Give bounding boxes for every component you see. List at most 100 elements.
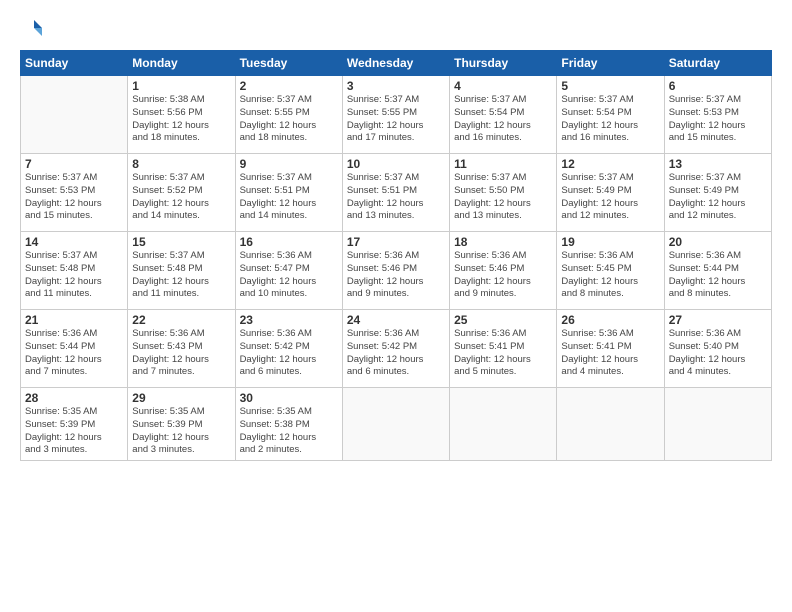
weekday-header-tuesday: Tuesday: [235, 51, 342, 76]
day-info: Sunrise: 5:36 AM Sunset: 5:41 PM Dayligh…: [454, 328, 552, 379]
calendar-cell: [557, 388, 664, 461]
calendar-week-row: 21Sunrise: 5:36 AM Sunset: 5:44 PM Dayli…: [21, 310, 772, 388]
day-number: 24: [347, 313, 445, 327]
weekday-header-monday: Monday: [128, 51, 235, 76]
calendar-cell: 14Sunrise: 5:37 AM Sunset: 5:48 PM Dayli…: [21, 232, 128, 310]
calendar-cell: 4Sunrise: 5:37 AM Sunset: 5:54 PM Daylig…: [450, 76, 557, 154]
day-info: Sunrise: 5:35 AM Sunset: 5:39 PM Dayligh…: [25, 406, 123, 457]
day-number: 11: [454, 157, 552, 171]
calendar-cell: 24Sunrise: 5:36 AM Sunset: 5:42 PM Dayli…: [342, 310, 449, 388]
calendar-cell: 22Sunrise: 5:36 AM Sunset: 5:43 PM Dayli…: [128, 310, 235, 388]
day-info: Sunrise: 5:37 AM Sunset: 5:50 PM Dayligh…: [454, 172, 552, 223]
day-info: Sunrise: 5:37 AM Sunset: 5:52 PM Dayligh…: [132, 172, 230, 223]
weekday-header-thursday: Thursday: [450, 51, 557, 76]
day-number: 23: [240, 313, 338, 327]
day-number: 21: [25, 313, 123, 327]
calendar-cell: 21Sunrise: 5:36 AM Sunset: 5:44 PM Dayli…: [21, 310, 128, 388]
header: [20, 16, 772, 40]
page: SundayMondayTuesdayWednesdayThursdayFrid…: [0, 0, 792, 612]
calendar-cell: [450, 388, 557, 461]
weekday-header-sunday: Sunday: [21, 51, 128, 76]
weekday-header-saturday: Saturday: [664, 51, 771, 76]
day-info: Sunrise: 5:37 AM Sunset: 5:53 PM Dayligh…: [669, 94, 767, 145]
calendar-cell: 11Sunrise: 5:37 AM Sunset: 5:50 PM Dayli…: [450, 154, 557, 232]
calendar-cell: 6Sunrise: 5:37 AM Sunset: 5:53 PM Daylig…: [664, 76, 771, 154]
day-number: 4: [454, 79, 552, 93]
calendar-cell: 27Sunrise: 5:36 AM Sunset: 5:40 PM Dayli…: [664, 310, 771, 388]
day-info: Sunrise: 5:36 AM Sunset: 5:44 PM Dayligh…: [25, 328, 123, 379]
day-number: 6: [669, 79, 767, 93]
day-number: 12: [561, 157, 659, 171]
day-number: 5: [561, 79, 659, 93]
calendar-cell: 30Sunrise: 5:35 AM Sunset: 5:38 PM Dayli…: [235, 388, 342, 461]
day-number: 22: [132, 313, 230, 327]
day-info: Sunrise: 5:37 AM Sunset: 5:49 PM Dayligh…: [669, 172, 767, 223]
day-info: Sunrise: 5:37 AM Sunset: 5:54 PM Dayligh…: [454, 94, 552, 145]
day-info: Sunrise: 5:37 AM Sunset: 5:55 PM Dayligh…: [347, 94, 445, 145]
day-number: 9: [240, 157, 338, 171]
day-number: 14: [25, 235, 123, 249]
calendar-cell: 12Sunrise: 5:37 AM Sunset: 5:49 PM Dayli…: [557, 154, 664, 232]
day-info: Sunrise: 5:37 AM Sunset: 5:55 PM Dayligh…: [240, 94, 338, 145]
calendar-cell: 10Sunrise: 5:37 AM Sunset: 5:51 PM Dayli…: [342, 154, 449, 232]
calendar-cell: 3Sunrise: 5:37 AM Sunset: 5:55 PM Daylig…: [342, 76, 449, 154]
day-info: Sunrise: 5:35 AM Sunset: 5:38 PM Dayligh…: [240, 406, 338, 457]
day-number: 3: [347, 79, 445, 93]
calendar-cell: 18Sunrise: 5:36 AM Sunset: 5:46 PM Dayli…: [450, 232, 557, 310]
day-number: 13: [669, 157, 767, 171]
day-number: 8: [132, 157, 230, 171]
day-number: 2: [240, 79, 338, 93]
calendar-cell: 26Sunrise: 5:36 AM Sunset: 5:41 PM Dayli…: [557, 310, 664, 388]
day-number: 25: [454, 313, 552, 327]
weekday-header-wednesday: Wednesday: [342, 51, 449, 76]
calendar-cell: 29Sunrise: 5:35 AM Sunset: 5:39 PM Dayli…: [128, 388, 235, 461]
calendar-week-row: 1Sunrise: 5:38 AM Sunset: 5:56 PM Daylig…: [21, 76, 772, 154]
calendar-cell: 9Sunrise: 5:37 AM Sunset: 5:51 PM Daylig…: [235, 154, 342, 232]
calendar-cell: 7Sunrise: 5:37 AM Sunset: 5:53 PM Daylig…: [21, 154, 128, 232]
day-info: Sunrise: 5:36 AM Sunset: 5:42 PM Dayligh…: [240, 328, 338, 379]
logo-icon: [20, 16, 44, 40]
day-number: 15: [132, 235, 230, 249]
day-info: Sunrise: 5:36 AM Sunset: 5:42 PM Dayligh…: [347, 328, 445, 379]
day-info: Sunrise: 5:38 AM Sunset: 5:56 PM Dayligh…: [132, 94, 230, 145]
calendar-cell: 5Sunrise: 5:37 AM Sunset: 5:54 PM Daylig…: [557, 76, 664, 154]
day-info: Sunrise: 5:37 AM Sunset: 5:53 PM Dayligh…: [25, 172, 123, 223]
calendar-cell: [664, 388, 771, 461]
day-number: 10: [347, 157, 445, 171]
day-number: 26: [561, 313, 659, 327]
day-info: Sunrise: 5:37 AM Sunset: 5:51 PM Dayligh…: [240, 172, 338, 223]
calendar-cell: 20Sunrise: 5:36 AM Sunset: 5:44 PM Dayli…: [664, 232, 771, 310]
day-info: Sunrise: 5:36 AM Sunset: 5:46 PM Dayligh…: [347, 250, 445, 301]
day-number: 1: [132, 79, 230, 93]
day-info: Sunrise: 5:37 AM Sunset: 5:49 PM Dayligh…: [561, 172, 659, 223]
day-number: 28: [25, 391, 123, 405]
calendar-cell: 8Sunrise: 5:37 AM Sunset: 5:52 PM Daylig…: [128, 154, 235, 232]
day-info: Sunrise: 5:36 AM Sunset: 5:40 PM Dayligh…: [669, 328, 767, 379]
day-number: 20: [669, 235, 767, 249]
calendar-cell: 23Sunrise: 5:36 AM Sunset: 5:42 PM Dayli…: [235, 310, 342, 388]
calendar-week-row: 14Sunrise: 5:37 AM Sunset: 5:48 PM Dayli…: [21, 232, 772, 310]
calendar-cell: 17Sunrise: 5:36 AM Sunset: 5:46 PM Dayli…: [342, 232, 449, 310]
day-number: 7: [25, 157, 123, 171]
day-number: 19: [561, 235, 659, 249]
day-info: Sunrise: 5:36 AM Sunset: 5:46 PM Dayligh…: [454, 250, 552, 301]
day-info: Sunrise: 5:35 AM Sunset: 5:39 PM Dayligh…: [132, 406, 230, 457]
day-info: Sunrise: 5:37 AM Sunset: 5:54 PM Dayligh…: [561, 94, 659, 145]
day-info: Sunrise: 5:36 AM Sunset: 5:41 PM Dayligh…: [561, 328, 659, 379]
day-number: 30: [240, 391, 338, 405]
day-info: Sunrise: 5:36 AM Sunset: 5:43 PM Dayligh…: [132, 328, 230, 379]
calendar-cell: 13Sunrise: 5:37 AM Sunset: 5:49 PM Dayli…: [664, 154, 771, 232]
calendar-cell: [342, 388, 449, 461]
calendar-week-row: 7Sunrise: 5:37 AM Sunset: 5:53 PM Daylig…: [21, 154, 772, 232]
day-number: 16: [240, 235, 338, 249]
calendar-cell: 1Sunrise: 5:38 AM Sunset: 5:56 PM Daylig…: [128, 76, 235, 154]
calendar-cell: 15Sunrise: 5:37 AM Sunset: 5:48 PM Dayli…: [128, 232, 235, 310]
day-number: 29: [132, 391, 230, 405]
calendar-week-row: 28Sunrise: 5:35 AM Sunset: 5:39 PM Dayli…: [21, 388, 772, 461]
day-number: 17: [347, 235, 445, 249]
day-info: Sunrise: 5:36 AM Sunset: 5:47 PM Dayligh…: [240, 250, 338, 301]
calendar-table: SundayMondayTuesdayWednesdayThursdayFrid…: [20, 50, 772, 461]
day-number: 27: [669, 313, 767, 327]
calendar-cell: 28Sunrise: 5:35 AM Sunset: 5:39 PM Dayli…: [21, 388, 128, 461]
weekday-header-row: SundayMondayTuesdayWednesdayThursdayFrid…: [21, 51, 772, 76]
